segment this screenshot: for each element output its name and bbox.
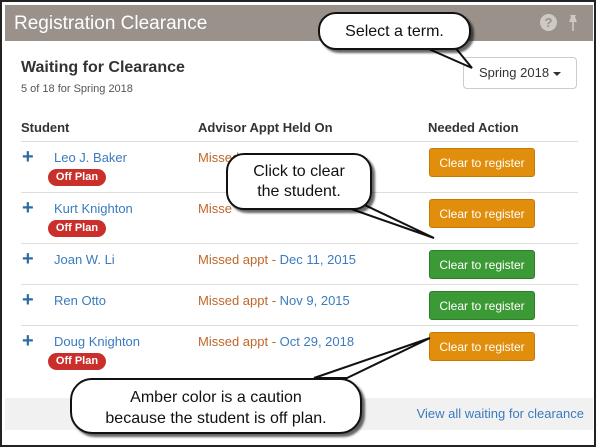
- panel-title: Registration Clearance: [14, 13, 208, 34]
- clear-to-register-button[interactable]: Clear to register: [429, 291, 535, 320]
- off-plan-badge: Off Plan: [48, 169, 106, 186]
- clear-to-register-button[interactable]: Clear to register: [429, 148, 535, 177]
- appt-date-text: Nov 9, 2015: [279, 293, 350, 308]
- section-title: Waiting for Clearance: [21, 59, 185, 76]
- column-header-appt: Advisor Appt Held On: [198, 120, 333, 135]
- student-name-link[interactable]: Ren Otto: [54, 293, 106, 308]
- appt-text: Missed appt - Oct 29, 2018: [198, 334, 354, 349]
- clear-callout: Click to clear the student.: [226, 153, 372, 210]
- student-name-link[interactable]: Kurt Knighton: [54, 201, 133, 216]
- off-plan-badge: Off Plan: [48, 353, 106, 370]
- appt-missed-text: Missed appt -: [198, 293, 280, 308]
- row-divider: [21, 284, 578, 285]
- section-subtitle: 5 of 18 for Spring 2018: [21, 83, 133, 95]
- appt-date-text: Dec 11, 2015: [279, 252, 357, 267]
- expand-plus-icon[interactable]: +: [22, 331, 34, 351]
- off-plan-badge: Off Plan: [48, 220, 106, 237]
- column-header-action: Needed Action: [428, 120, 519, 135]
- clear-to-register-button[interactable]: Clear to register: [429, 199, 535, 228]
- term-select-button[interactable]: Spring 2018: [463, 57, 577, 89]
- amber-callout: Amber color is a caution because the stu…: [70, 378, 362, 434]
- student-name-link[interactable]: Joan W. Li: [54, 252, 115, 267]
- expand-plus-icon[interactable]: +: [22, 147, 34, 167]
- question-circle-icon[interactable]: ?: [540, 14, 557, 31]
- term-callout: Select a term.: [318, 12, 471, 50]
- student-name-link[interactable]: Doug Knighton: [54, 334, 140, 349]
- clear-callout-line1: Click to clear: [253, 163, 345, 180]
- screenshot-frame: Registration Clearance ? Waiting for Cle…: [0, 0, 596, 447]
- clear-to-register-button[interactable]: Clear to register: [429, 250, 535, 279]
- appt-missed-text: Misse: [198, 201, 232, 216]
- view-all-waiting-link[interactable]: View all waiting for clearance: [417, 406, 584, 421]
- expand-plus-icon[interactable]: +: [22, 249, 34, 269]
- appt-missed-text: Missed appt -: [198, 252, 280, 267]
- student-name-link[interactable]: Leo J. Baker: [54, 150, 127, 165]
- expand-plus-icon[interactable]: +: [22, 198, 34, 218]
- term-select-label: Spring 2018: [478, 65, 550, 80]
- expand-plus-icon[interactable]: +: [22, 290, 34, 310]
- appt-date-text: Oct 29, 2018: [279, 334, 355, 349]
- clear-callout-line2: the student.: [257, 183, 341, 200]
- row-divider: [21, 325, 578, 326]
- panel-header: Registration Clearance ?: [5, 5, 593, 41]
- appt-text: Missed appt - Dec 11, 2015: [198, 252, 356, 267]
- row-divider: [21, 243, 578, 244]
- appt-text: Missed appt - Nov 9, 2015: [198, 293, 350, 308]
- appt-missed-text: Missed appt -: [198, 334, 280, 349]
- column-header-student: Student: [21, 120, 70, 135]
- clear-to-register-button[interactable]: Clear to register: [429, 332, 535, 361]
- pin-icon[interactable]: [565, 14, 581, 32]
- term-callout-text: Select a term.: [345, 23, 444, 40]
- amber-callout-line2: because the student is off plan.: [105, 410, 327, 427]
- amber-callout-line1: Amber color is a caution: [130, 389, 302, 406]
- row-divider: [21, 141, 578, 142]
- caret-down-icon: [553, 71, 562, 76]
